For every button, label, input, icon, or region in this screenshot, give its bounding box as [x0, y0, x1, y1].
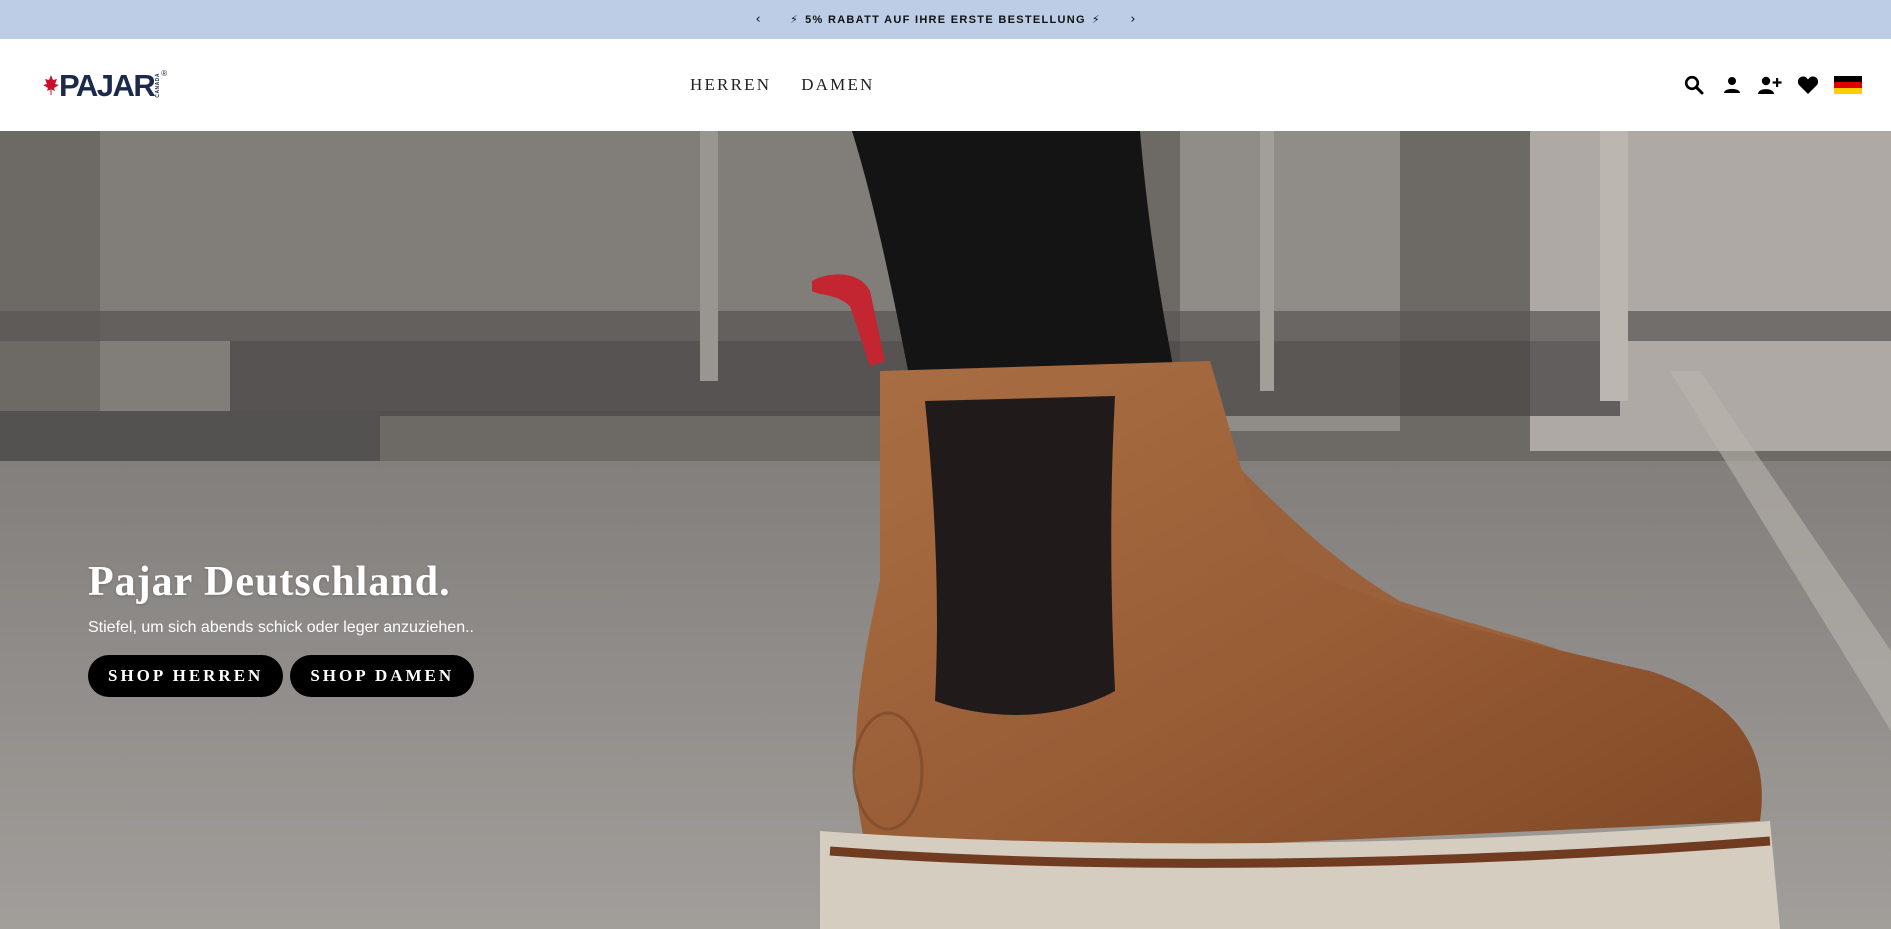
shop-damen-button[interactable]: SHOP DAMEN — [290, 655, 475, 697]
hero-banner: Pajar Deutschland. Stiefel, um sich aben… — [0, 131, 1891, 929]
nav-item-damen[interactable]: DAMEN — [801, 75, 874, 95]
header-icons — [1682, 39, 1862, 131]
lightning-icon: ⚡ — [1091, 13, 1101, 26]
hero-subtitle: Stiefel, um sich abends schick oder lege… — [88, 619, 474, 636]
wishlist-icon[interactable] — [1796, 73, 1820, 97]
shop-herren-button[interactable]: SHOP HERREN — [88, 655, 284, 697]
flag-stripe-gold — [1834, 88, 1862, 94]
pajar-logo[interactable]: PAJAR CANADA ® — [43, 67, 167, 103]
maple-leaf-icon — [43, 75, 59, 95]
account-icon[interactable] — [1720, 73, 1744, 97]
hero-title: Pajar Deutschland. — [88, 559, 451, 605]
announcement-bar: ‹ ⚡ 5% RABATT AUF IHRE ERSTE BESTELLUNG … — [0, 0, 1891, 39]
announcement-message[interactable]: ⚡ 5% RABATT AUF IHRE ERSTE BESTELLUNG ⚡ — [790, 13, 1101, 26]
germany-flag-icon[interactable] — [1834, 76, 1862, 94]
announcement-text: 5% RABATT AUF IHRE ERSTE BESTELLUNG — [805, 13, 1086, 26]
main-nav: HERREN DAMEN — [690, 39, 875, 131]
nav-item-herren[interactable]: HERREN — [690, 75, 771, 95]
hero-boot-image — [0, 131, 1891, 929]
lightning-icon: ⚡ — [790, 13, 800, 26]
search-icon[interactable] — [1682, 73, 1706, 97]
site-header: PAJAR CANADA ® HERREN DAMEN — [0, 39, 1891, 131]
announcement-prev-arrow[interactable]: ‹ — [748, 12, 768, 27]
announcement-next-arrow[interactable]: › — [1123, 12, 1143, 27]
hero-buttons: SHOP HERREN SHOP DAMEN — [88, 655, 475, 697]
register-icon[interactable] — [1758, 73, 1782, 97]
logo-subtext: CANADA — [155, 72, 162, 98]
logo-wordmark: PAJAR — [59, 67, 156, 103]
hero-content: Pajar Deutschland. Stiefel, um sich aben… — [88, 558, 475, 697]
logo-registered-mark: ® — [161, 69, 168, 78]
